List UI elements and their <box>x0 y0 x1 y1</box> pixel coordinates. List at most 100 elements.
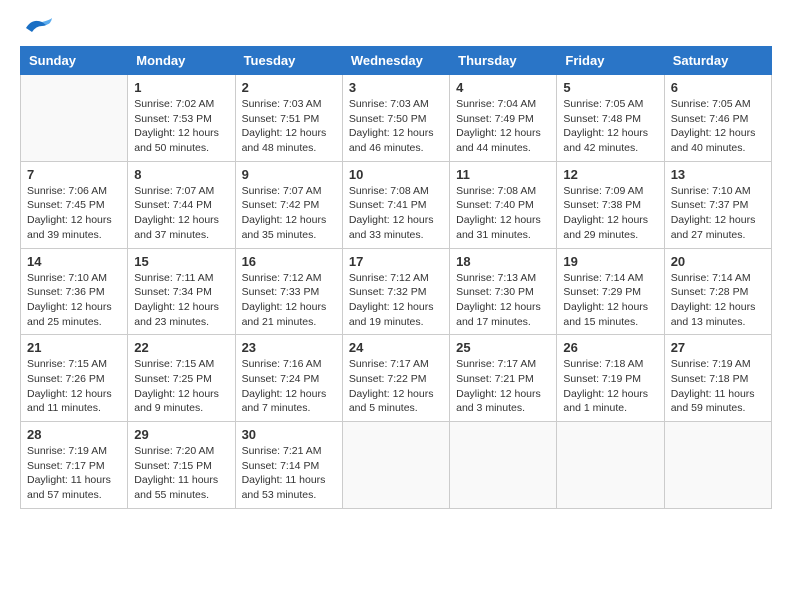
day-number: 13 <box>671 167 765 182</box>
day-info: Sunrise: 7:09 AM Sunset: 7:38 PM Dayligh… <box>563 184 657 243</box>
calendar-cell <box>21 75 128 162</box>
day-info: Sunrise: 7:14 AM Sunset: 7:28 PM Dayligh… <box>671 271 765 330</box>
day-number: 15 <box>134 254 228 269</box>
day-number: 25 <box>456 340 550 355</box>
day-number: 2 <box>242 80 336 95</box>
day-info: Sunrise: 7:12 AM Sunset: 7:33 PM Dayligh… <box>242 271 336 330</box>
day-info: Sunrise: 7:13 AM Sunset: 7:30 PM Dayligh… <box>456 271 550 330</box>
day-info: Sunrise: 7:21 AM Sunset: 7:14 PM Dayligh… <box>242 444 336 503</box>
header-monday: Monday <box>128 47 235 75</box>
day-number: 10 <box>349 167 443 182</box>
calendar-cell: 1 Sunrise: 7:02 AM Sunset: 7:53 PM Daylig… <box>128 75 235 162</box>
calendar-cell: 16 Sunrise: 7:12 AM Sunset: 7:33 PM Dayli… <box>235 248 342 335</box>
calendar-week-2: 7 Sunrise: 7:06 AM Sunset: 7:45 PM Daylig… <box>21 161 772 248</box>
calendar-cell <box>557 422 664 509</box>
calendar-cell: 19 Sunrise: 7:14 AM Sunset: 7:29 PM Dayli… <box>557 248 664 335</box>
calendar-cell: 7 Sunrise: 7:06 AM Sunset: 7:45 PM Daylig… <box>21 161 128 248</box>
day-number: 5 <box>563 80 657 95</box>
day-info: Sunrise: 7:14 AM Sunset: 7:29 PM Dayligh… <box>563 271 657 330</box>
day-number: 30 <box>242 427 336 442</box>
day-number: 12 <box>563 167 657 182</box>
day-info: Sunrise: 7:20 AM Sunset: 7:15 PM Dayligh… <box>134 444 228 503</box>
calendar-header-row: SundayMondayTuesdayWednesdayThursdayFrid… <box>21 47 772 75</box>
day-number: 20 <box>671 254 765 269</box>
day-info: Sunrise: 7:02 AM Sunset: 7:53 PM Dayligh… <box>134 97 228 156</box>
calendar-cell: 27 Sunrise: 7:19 AM Sunset: 7:18 PM Dayli… <box>664 335 771 422</box>
day-number: 29 <box>134 427 228 442</box>
day-number: 22 <box>134 340 228 355</box>
day-info: Sunrise: 7:17 AM Sunset: 7:22 PM Dayligh… <box>349 357 443 416</box>
day-info: Sunrise: 7:05 AM Sunset: 7:46 PM Dayligh… <box>671 97 765 156</box>
header-saturday: Saturday <box>664 47 771 75</box>
calendar-cell: 30 Sunrise: 7:21 AM Sunset: 7:14 PM Dayli… <box>235 422 342 509</box>
day-number: 17 <box>349 254 443 269</box>
day-info: Sunrise: 7:10 AM Sunset: 7:37 PM Dayligh… <box>671 184 765 243</box>
calendar-cell: 10 Sunrise: 7:08 AM Sunset: 7:41 PM Dayli… <box>342 161 449 248</box>
day-number: 7 <box>27 167 121 182</box>
day-number: 21 <box>27 340 121 355</box>
calendar-cell: 3 Sunrise: 7:03 AM Sunset: 7:50 PM Daylig… <box>342 75 449 162</box>
calendar-cell: 13 Sunrise: 7:10 AM Sunset: 7:37 PM Dayli… <box>664 161 771 248</box>
header-tuesday: Tuesday <box>235 47 342 75</box>
calendar-week-3: 14 Sunrise: 7:10 AM Sunset: 7:36 PM Dayli… <box>21 248 772 335</box>
day-number: 27 <box>671 340 765 355</box>
calendar-cell: 2 Sunrise: 7:03 AM Sunset: 7:51 PM Daylig… <box>235 75 342 162</box>
day-info: Sunrise: 7:16 AM Sunset: 7:24 PM Dayligh… <box>242 357 336 416</box>
calendar-cell: 4Sunrise: 7:04 AM Sunset: 7:49 PM Daylig… <box>450 75 557 162</box>
day-number: 6 <box>671 80 765 95</box>
calendar-week-4: 21 Sunrise: 7:15 AM Sunset: 7:26 PM Dayli… <box>21 335 772 422</box>
calendar-cell: 20 Sunrise: 7:14 AM Sunset: 7:28 PM Dayli… <box>664 248 771 335</box>
day-info: Sunrise: 7:15 AM Sunset: 7:26 PM Dayligh… <box>27 357 121 416</box>
day-info: Sunrise: 7:08 AM Sunset: 7:40 PM Dayligh… <box>456 184 550 243</box>
logo-bird-icon <box>22 16 54 40</box>
day-info: Sunrise: 7:07 AM Sunset: 7:44 PM Dayligh… <box>134 184 228 243</box>
day-info: Sunrise: 7:19 AM Sunset: 7:18 PM Dayligh… <box>671 357 765 416</box>
logo <box>20 20 54 36</box>
day-number: 26 <box>563 340 657 355</box>
day-info: Sunrise: 7:18 AM Sunset: 7:19 PM Dayligh… <box>563 357 657 416</box>
day-number: 8 <box>134 167 228 182</box>
day-info: Sunrise: 7:06 AM Sunset: 7:45 PM Dayligh… <box>27 184 121 243</box>
calendar-cell <box>342 422 449 509</box>
calendar-cell: 28Sunrise: 7:19 AM Sunset: 7:17 PM Dayli… <box>21 422 128 509</box>
calendar-cell: 21 Sunrise: 7:15 AM Sunset: 7:26 PM Dayli… <box>21 335 128 422</box>
calendar-cell: 6 Sunrise: 7:05 AM Sunset: 7:46 PM Daylig… <box>664 75 771 162</box>
header-thursday: Thursday <box>450 47 557 75</box>
calendar-cell: 26 Sunrise: 7:18 AM Sunset: 7:19 PM Dayli… <box>557 335 664 422</box>
calendar-cell: 11Sunrise: 7:08 AM Sunset: 7:40 PM Dayli… <box>450 161 557 248</box>
day-number: 1 <box>134 80 228 95</box>
day-info: Sunrise: 7:03 AM Sunset: 7:50 PM Dayligh… <box>349 97 443 156</box>
calendar-cell: 17 Sunrise: 7:12 AM Sunset: 7:32 PM Dayli… <box>342 248 449 335</box>
calendar-cell <box>664 422 771 509</box>
day-info: Sunrise: 7:08 AM Sunset: 7:41 PM Dayligh… <box>349 184 443 243</box>
header-sunday: Sunday <box>21 47 128 75</box>
day-number: 3 <box>349 80 443 95</box>
calendar-cell: 24 Sunrise: 7:17 AM Sunset: 7:22 PM Dayli… <box>342 335 449 422</box>
day-number: 23 <box>242 340 336 355</box>
calendar-cell <box>450 422 557 509</box>
calendar-cell: 14 Sunrise: 7:10 AM Sunset: 7:36 PM Dayli… <box>21 248 128 335</box>
calendar-cell: 18 Sunrise: 7:13 AM Sunset: 7:30 PM Dayli… <box>450 248 557 335</box>
calendar-table: SundayMondayTuesdayWednesdayThursdayFrid… <box>20 46 772 509</box>
calendar-cell: 29 Sunrise: 7:20 AM Sunset: 7:15 PM Dayli… <box>128 422 235 509</box>
day-info: Sunrise: 7:19 AM Sunset: 7:17 PM Dayligh… <box>27 444 121 503</box>
calendar-cell: 25 Sunrise: 7:17 AM Sunset: 7:21 PM Dayli… <box>450 335 557 422</box>
calendar-cell: 8 Sunrise: 7:07 AM Sunset: 7:44 PM Daylig… <box>128 161 235 248</box>
day-number: 14 <box>27 254 121 269</box>
calendar-cell: 23 Sunrise: 7:16 AM Sunset: 7:24 PM Dayli… <box>235 335 342 422</box>
day-number: 19 <box>563 254 657 269</box>
day-info: Sunrise: 7:10 AM Sunset: 7:36 PM Dayligh… <box>27 271 121 330</box>
header-friday: Friday <box>557 47 664 75</box>
calendar-cell: 9 Sunrise: 7:07 AM Sunset: 7:42 PM Daylig… <box>235 161 342 248</box>
calendar-cell: 15Sunrise: 7:11 AM Sunset: 7:34 PM Dayli… <box>128 248 235 335</box>
day-info: Sunrise: 7:07 AM Sunset: 7:42 PM Dayligh… <box>242 184 336 243</box>
day-number: 24 <box>349 340 443 355</box>
day-number: 9 <box>242 167 336 182</box>
day-number: 18 <box>456 254 550 269</box>
calendar-week-5: 28Sunrise: 7:19 AM Sunset: 7:17 PM Dayli… <box>21 422 772 509</box>
page-header <box>20 20 772 36</box>
day-info: Sunrise: 7:12 AM Sunset: 7:32 PM Dayligh… <box>349 271 443 330</box>
day-info: Sunrise: 7:03 AM Sunset: 7:51 PM Dayligh… <box>242 97 336 156</box>
day-info: Sunrise: 7:17 AM Sunset: 7:21 PM Dayligh… <box>456 357 550 416</box>
day-number: 16 <box>242 254 336 269</box>
